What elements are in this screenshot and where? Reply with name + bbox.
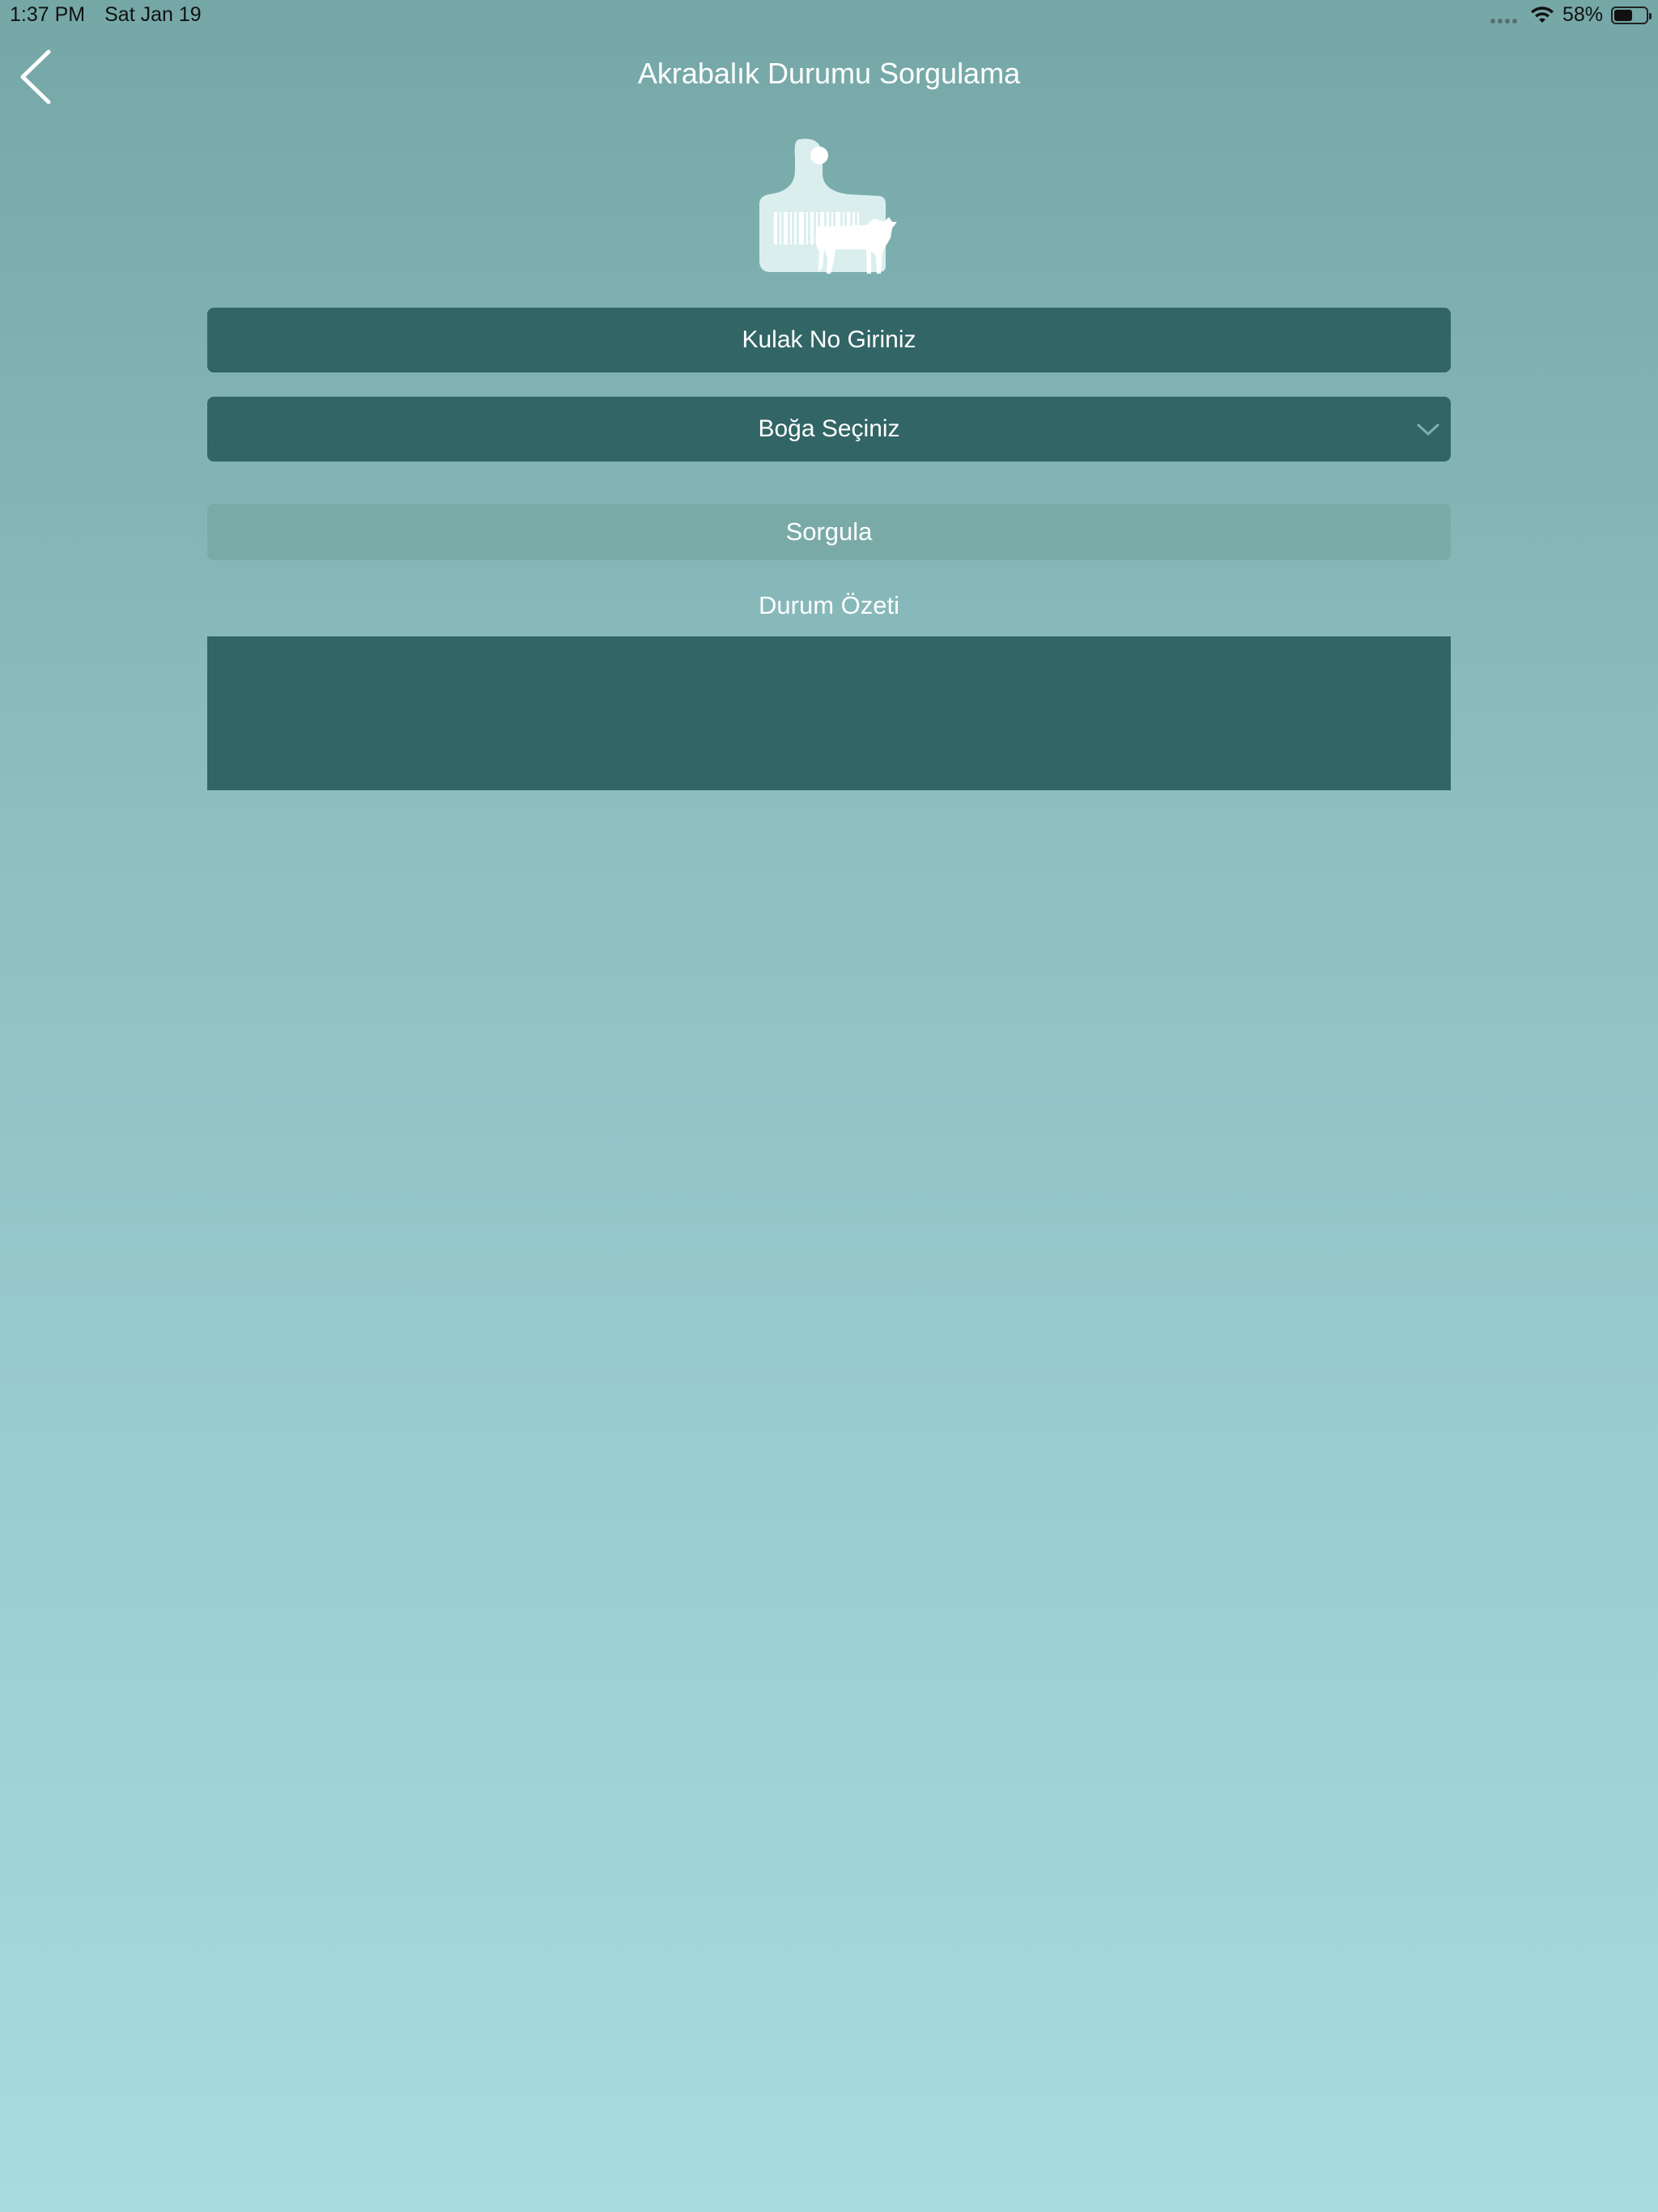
- query-button[interactable]: Sorgula: [207, 504, 1451, 560]
- ear-tag-cow-icon: [753, 138, 907, 279]
- cellular-signal-icon: [1490, 7, 1517, 23]
- status-right: 58%: [1490, 3, 1652, 27]
- summary-box: [207, 636, 1451, 790]
- summary-label: Durum Özeti: [759, 591, 899, 619]
- status-left: 1:37 PM Sat Jan 19: [10, 3, 202, 27]
- battery-icon: [1611, 6, 1652, 24]
- ear-no-field[interactable]: [207, 307, 1451, 373]
- battery-fill: [1614, 9, 1632, 21]
- status-date: Sat Jan 19: [104, 3, 202, 26]
- bull-select[interactable]: Boğa Seçiniz: [207, 397, 1451, 462]
- wifi-icon: [1530, 6, 1554, 23]
- status-bar: 1:37 PM Sat Jan 19 58%: [0, 0, 1658, 32]
- page-title: Akrabalık Durumu Sorgulama: [637, 57, 1021, 90]
- bull-select-label: Boğa Seçiniz: [758, 415, 900, 442]
- battery-percent: 58%: [1562, 3, 1603, 26]
- status-time: 1:37 PM: [10, 3, 86, 26]
- ear-no-input[interactable]: [207, 307, 1451, 373]
- chevron-down-icon: [1417, 423, 1439, 436]
